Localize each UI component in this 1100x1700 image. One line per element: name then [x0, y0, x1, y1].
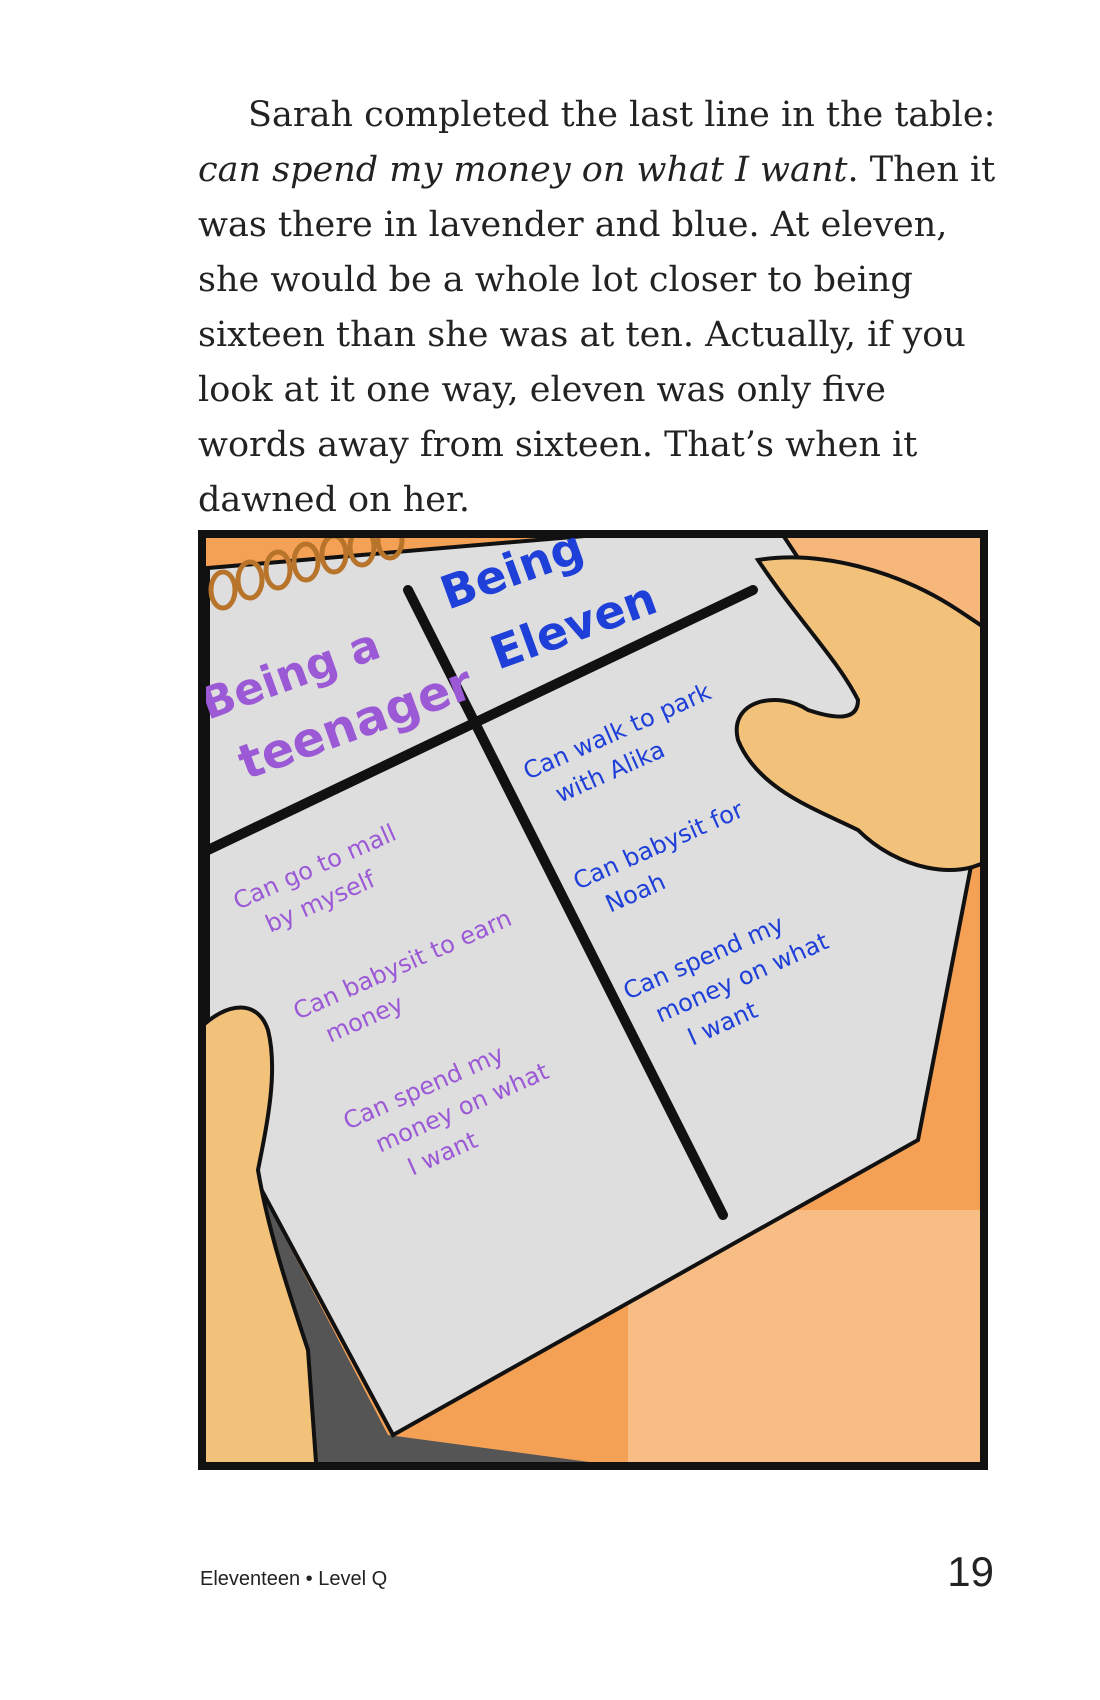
story-text: Sarah completed the last line in the tab… — [198, 88, 998, 528]
story-paragraph: Sarah completed the last line in the tab… — [198, 88, 998, 528]
notebook-illustration: Being a teenager Being Eleven Can go to … — [198, 530, 988, 1470]
story-line-1: Sarah completed the last line in the tab… — [248, 95, 996, 135]
story-italic-phrase: can spend my money on what I want — [198, 150, 848, 190]
page-number: 19 — [947, 1548, 994, 1595]
story-continuation: . Then it was there in lavender and blue… — [198, 150, 996, 520]
footer-book-title: Eleventeen • Level Q — [200, 1568, 388, 1590]
